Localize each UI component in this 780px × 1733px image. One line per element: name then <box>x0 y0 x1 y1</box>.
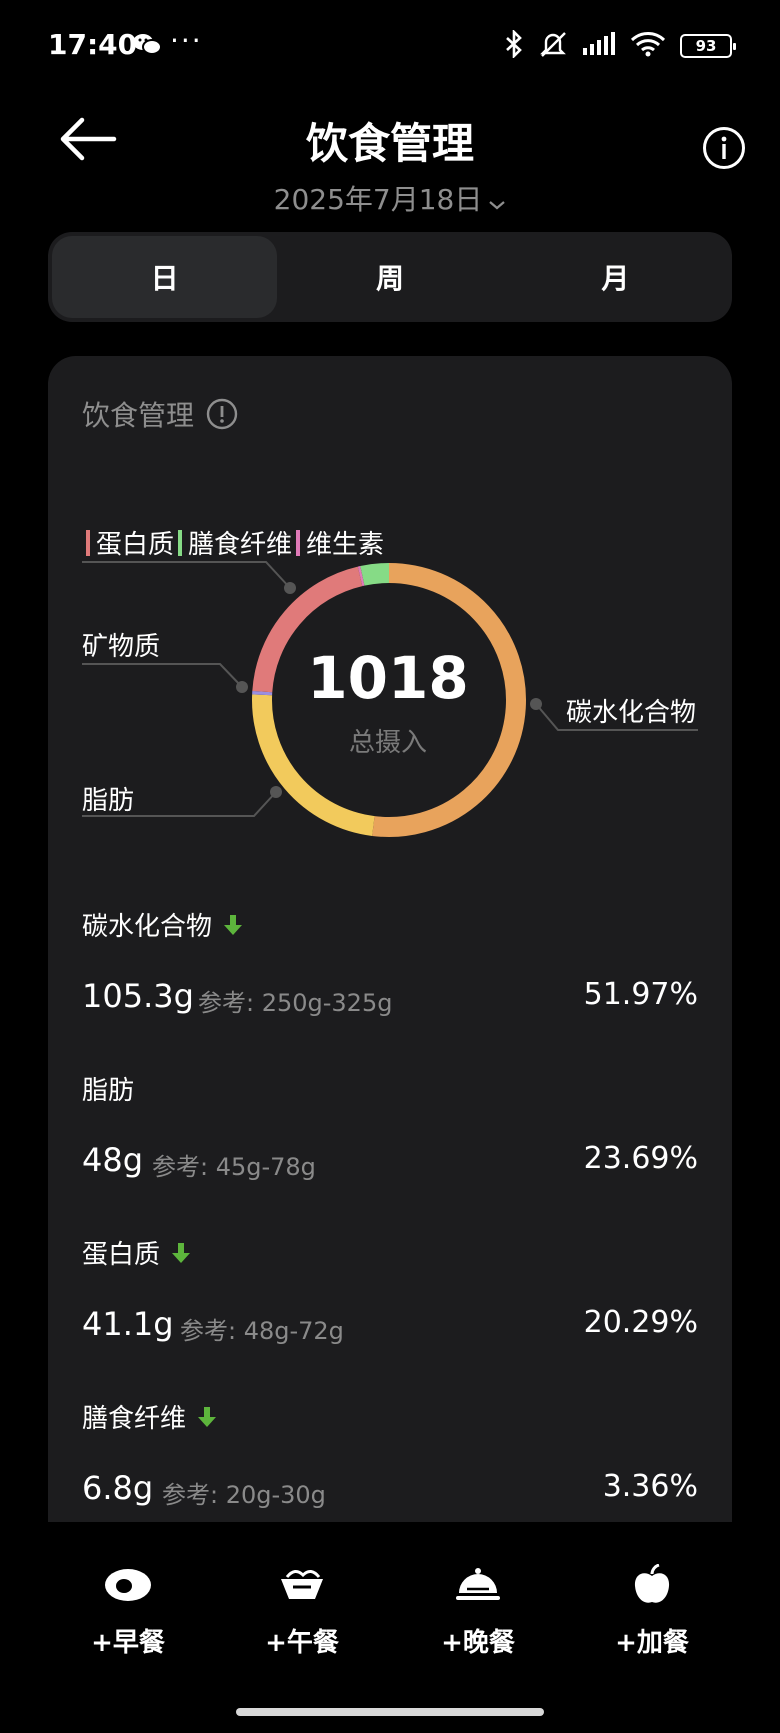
nutrient-amount: 48g <box>82 1141 144 1179</box>
add-breakfast-label: +早餐 <box>91 1628 165 1658</box>
add-lunch-button[interactable]: +午餐 <box>242 1560 362 1659</box>
wechat-icon <box>132 32 162 60</box>
nutrient-name: 膳食纤维 <box>82 1404 187 1434</box>
nutrient-fat[interactable]: 脂肪 48g 参考: 45g-78g 23.69% <box>82 1070 698 1181</box>
arrow-down-icon <box>172 1242 191 1263</box>
nutrient-name: 碳水化合物 <box>82 912 213 942</box>
nutrient-reference: 参考: 20g-30g <box>162 1481 326 1509</box>
protein-leader-line <box>82 561 291 589</box>
chevron-down-icon <box>488 185 506 218</box>
nutrient-percent: 20.29% <box>583 1305 698 1340</box>
carbs-label: 碳水化合物 <box>566 698 697 728</box>
tab-day[interactable]: 日 <box>52 236 278 318</box>
nutrient-name: 蛋白质 <box>82 1240 161 1270</box>
add-snack-button[interactable]: +加餐 <box>592 1560 712 1659</box>
cloche-icon <box>418 1560 538 1610</box>
fat-leader-dot <box>270 786 282 798</box>
donut-chart <box>82 561 698 837</box>
nutrient-reference: 参考: 45g-78g <box>152 1153 316 1181</box>
nutrient-percent: 23.69% <box>583 1141 698 1176</box>
home-indicator[interactable] <box>236 1708 544 1716</box>
bowl-icon <box>242 1560 362 1610</box>
nutrient-reference: 参考: 250g-325g <box>198 989 393 1017</box>
signal-icon <box>582 32 616 60</box>
mineral-leader-line <box>82 663 243 688</box>
battery-indicator: 93 <box>680 34 736 58</box>
total-intake-value: 1018 <box>307 644 469 712</box>
date-picker[interactable]: 2025年7月18日 <box>0 178 780 218</box>
mute-bell-icon <box>538 30 568 62</box>
tab-week[interactable]: 周 <box>277 236 502 318</box>
nutrient-fiber[interactable]: 膳食纤维 6.8g 参考: 20g-30g 3.36% <box>82 1398 698 1509</box>
nutrition-card: 饮食管理 蛋白质 膳食纤维 维生素 矿物质 脂肪 碳水化合物 1018 总摄入 … <box>48 356 732 1522</box>
legend-item-protein: 蛋白质 <box>96 530 175 560</box>
add-dinner-label: +晚餐 <box>441 1628 515 1658</box>
page-title: 饮食管理 <box>305 119 474 168</box>
legend-item-vitamin: 维生素 <box>306 530 385 560</box>
status-time: 17:40 <box>48 28 138 61</box>
apple-icon <box>592 1560 712 1610</box>
donut-slice-膳食纤维 <box>360 563 390 586</box>
nutrient-amount: 105.3g <box>82 977 194 1015</box>
nutrient-percent: 51.97% <box>583 977 698 1012</box>
wifi-icon <box>630 31 666 61</box>
legend-swatch-protein <box>86 529 90 556</box>
legend-item-fiber: 膳食纤维 <box>188 530 293 560</box>
nutrient-protein[interactable]: 蛋白质 41.1g 参考: 48g-72g 20.29% <box>82 1234 698 1345</box>
legend-swatch-fiber <box>178 529 183 556</box>
total-intake-label: 总摄入 <box>348 728 427 758</box>
mineral-leader-dot <box>236 681 248 693</box>
add-dinner-button[interactable]: +晚餐 <box>418 1560 538 1659</box>
add-breakfast-button[interactable]: +早餐 <box>68 1560 188 1659</box>
date-label: 2025年7月18日 <box>273 183 483 216</box>
carbs-leader-dot <box>530 698 542 710</box>
status-bar: 17:40 ··· 93 <box>0 0 780 100</box>
arrow-down-icon <box>224 914 243 935</box>
nutrient-amount: 41.1g <box>82 1305 174 1343</box>
nutrient-reference: 参考: 48g-72g <box>180 1317 344 1345</box>
status-icons: 93 <box>504 28 736 62</box>
add-lunch-label: +午餐 <box>265 1628 339 1658</box>
donut-slice-维生素 <box>357 566 365 587</box>
more-notifications-icon: ··· <box>170 24 203 57</box>
nutrient-name: 脂肪 <box>82 1076 135 1106</box>
protein-leader-dot <box>284 582 296 594</box>
bluetooth-icon <box>504 28 524 62</box>
egg-icon <box>68 1560 188 1610</box>
meal-add-bar: +早餐 +午餐 +晚餐 +加餐 <box>0 1560 780 1680</box>
period-tabs: 日 周 月 <box>48 232 732 322</box>
nutrient-percent: 3.36% <box>602 1469 698 1504</box>
tab-month[interactable]: 月 <box>503 236 728 318</box>
info-button[interactable] <box>702 126 746 170</box>
nutrient-amount: 6.8g <box>82 1469 154 1507</box>
legend-swatch-vitamin <box>296 529 301 556</box>
mineral-label: 矿物质 <box>82 632 161 662</box>
fat-label: 脂肪 <box>82 786 135 816</box>
arrow-down-icon <box>198 1406 217 1427</box>
chart-legend: 蛋白质 膳食纤维 维生素 <box>82 524 384 561</box>
nutrient-carbs[interactable]: 碳水化合物 105.3g 参考: 250g-325g 51.97% <box>82 906 698 1017</box>
add-snack-label: +加餐 <box>615 1628 689 1658</box>
donut-slice-脂肪 <box>252 694 375 836</box>
